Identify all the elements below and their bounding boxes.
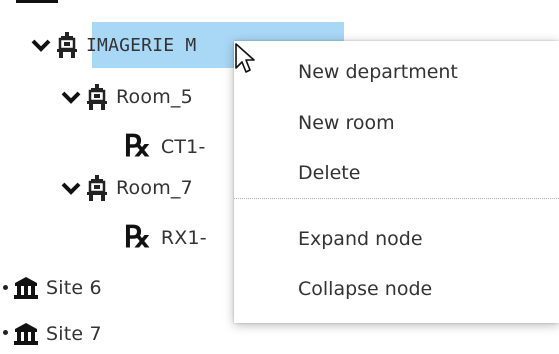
tree-connector-dot	[3, 330, 8, 335]
tree-node-site[interactable]: Site 7	[14, 314, 102, 354]
tree-node-site[interactable]: Site 6	[14, 268, 102, 308]
bank-building-icon	[14, 322, 38, 346]
tree-node-label: Site 7	[46, 323, 102, 345]
tree-node-room[interactable]: Room_7	[60, 168, 193, 208]
bank-building-icon	[14, 276, 38, 300]
tree-node-label: Room_7	[116, 177, 193, 199]
tree-node-room[interactable]: Room_5	[60, 77, 193, 117]
chevron-down-icon[interactable]	[30, 35, 52, 55]
tree-node-label: Room_5	[116, 86, 193, 108]
menu-item-delete[interactable]: Delete	[298, 162, 360, 184]
menu-separator	[234, 198, 559, 199]
tree-node-label: IMAGERIE M	[86, 34, 197, 56]
tree-top-edge	[16, 0, 58, 3]
menu-item-collapse-node[interactable]: Collapse node	[298, 278, 432, 300]
tree-node-department[interactable]: IMAGERIE M	[30, 25, 196, 65]
tree-node-device[interactable]: ℞ CT1-	[124, 127, 206, 167]
robot-icon	[86, 174, 108, 202]
menu-item-new-room[interactable]: New room	[298, 112, 395, 134]
chevron-down-icon[interactable]	[60, 87, 82, 107]
menu-item-expand-node[interactable]: Expand node	[298, 228, 423, 250]
chevron-down-icon[interactable]	[60, 178, 82, 198]
tree-node-label: Site 6	[46, 277, 102, 299]
robot-icon	[86, 83, 108, 111]
menu-item-new-department[interactable]: New department	[298, 61, 458, 83]
prescription-rx-icon: ℞	[124, 129, 151, 164]
tree-node-device[interactable]: ℞ RX1-	[124, 218, 207, 258]
mouse-cursor-icon	[234, 42, 260, 80]
tree-node-label: RX1-	[160, 227, 207, 249]
context-menu: New department New room Delete Expand no…	[234, 41, 559, 323]
robot-icon	[56, 31, 78, 59]
tree-connector-dot	[3, 285, 8, 290]
tree-node-label: CT1-	[160, 136, 206, 158]
prescription-rx-icon: ℞	[124, 220, 151, 255]
